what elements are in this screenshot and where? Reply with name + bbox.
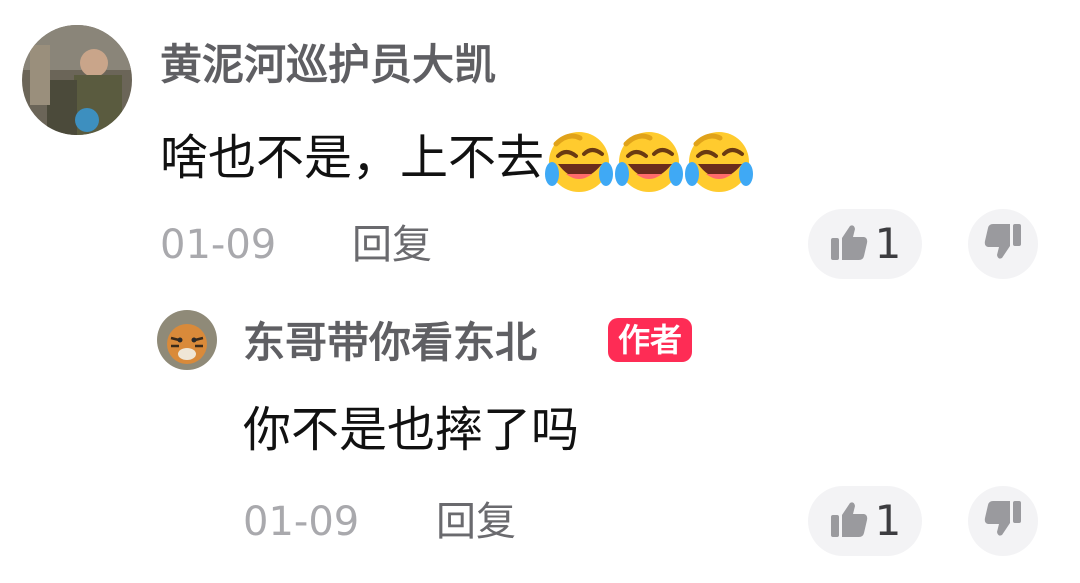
reply-button[interactable]: 回复 <box>436 502 516 542</box>
like-count: 1 <box>874 496 902 545</box>
comment-date: 01-09 <box>160 222 277 268</box>
like-button[interactable]: 1 <box>808 486 922 556</box>
reply-text: 你不是也摔了吗 <box>243 402 580 458</box>
dislike-button[interactable] <box>968 209 1038 279</box>
thumbs-up-icon <box>829 222 869 266</box>
reply-button[interactable]: 回复 <box>352 225 432 265</box>
reply-date: 01-09 <box>243 499 360 545</box>
thumbs-up-icon <box>829 499 869 543</box>
comment-text-body: 啥也不是，上不去 <box>160 130 545 186</box>
thumbs-down-icon <box>983 499 1023 543</box>
laughing-crying-emoji <box>684 126 754 196</box>
avatar[interactable] <box>22 25 132 135</box>
author-badge: 作者 <box>608 318 693 362</box>
comment-text: 啥也不是，上不去 <box>160 126 754 196</box>
avatar[interactable] <box>157 310 217 370</box>
laughing-crying-emoji <box>544 126 614 196</box>
like-button[interactable]: 1 <box>808 209 922 279</box>
like-count: 1 <box>874 219 902 268</box>
comment-username[interactable]: 黄泥河巡护员大凯 <box>160 44 496 86</box>
thumbs-down-icon <box>983 222 1023 266</box>
dislike-button[interactable] <box>968 486 1038 556</box>
laughing-crying-emoji <box>614 126 684 196</box>
reply-username[interactable]: 东哥带你看东北 <box>243 322 537 364</box>
